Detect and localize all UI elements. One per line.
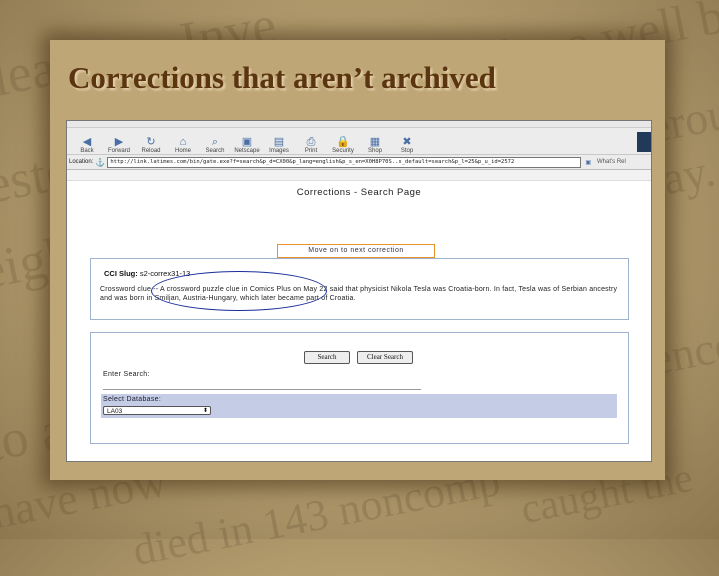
toolbar-netscape-button[interactable]: ▣ Netscape — [231, 136, 263, 154]
toolbar-print-button[interactable]: ⎙ Print — [295, 136, 327, 154]
reload-icon: ↻ — [146, 136, 156, 148]
search-input[interactable] — [103, 381, 421, 390]
toolbar-button-label: Images — [269, 148, 289, 154]
stop-icon: ✖ — [402, 136, 412, 148]
url-field[interactable]: http://link.latimes.com/bin/gate.exe?f=s… — [107, 156, 582, 168]
browser-screenshot: ◀ Back ▶ Forward ↻ Reload ⌂ Home ⌕ Search ▣ Netscap… — [66, 120, 652, 462]
toolbar-reload-button[interactable]: ↻ Reload — [135, 136, 167, 154]
toolbar-button-label: Shop — [367, 148, 382, 154]
clear-search-button[interactable]: Clear Search — [357, 351, 413, 364]
home-icon: ⌂ — [179, 136, 187, 148]
print-icon: ⎙ — [306, 136, 316, 148]
netscape-throbber — [637, 132, 651, 152]
window-titlebar — [67, 121, 651, 128]
bookmark-icon[interactable]: ⚓ — [95, 158, 105, 167]
select-database-label: Select Database: — [103, 396, 162, 403]
location-label: Location: — [69, 159, 94, 165]
personal-toolbar — [67, 170, 651, 181]
search-icon: ⌕ — [211, 136, 219, 148]
next-correction-link[interactable]: Move on to next correction — [277, 244, 435, 258]
browser-toolbar: ◀ Back ▶ Forward ↻ Reload ⌂ Home ⌕ Search ▣ Netscap… — [67, 128, 651, 155]
select-arrows-icon: ⬍ — [202, 408, 208, 414]
toolbar-button-label: Print — [304, 148, 318, 154]
related-icon[interactable]: ▣ — [585, 159, 591, 166]
database-select[interactable]: LA03 ⬍ — [103, 406, 211, 415]
search-panel: Search Clear Search Enter Search: Select… — [90, 332, 629, 444]
location-bar: Location: ⚓ http://link.latimes.com/bin/… — [67, 155, 651, 170]
toolbar-forward-button[interactable]: ▶ Forward — [103, 136, 135, 154]
page-title: Corrections - Search Page — [296, 187, 422, 198]
toolbar-images-button[interactable]: ▤ Images — [263, 136, 295, 154]
toolbar-button-label: Netscape — [234, 148, 260, 154]
toolbar-button-label: Reload — [141, 148, 161, 154]
slug-label: CCI Slug: — [104, 269, 138, 278]
toolbar-button-label: Stop — [400, 148, 414, 154]
security-icon: 🔒 — [336, 136, 350, 148]
search-button[interactable]: Search — [304, 351, 350, 364]
slide: Corrections that aren’t archived ◀ Back ▶ F… — [50, 40, 665, 480]
toolbar-button-label: Home — [174, 148, 191, 154]
shop-icon: ▦ — [369, 136, 381, 148]
toolbar-security-button[interactable]: 🔒 Security — [327, 136, 359, 154]
toolbar-button-label: Search — [205, 148, 225, 154]
toolbar-button-label: Back — [80, 148, 94, 154]
toolbar-search-button[interactable]: ⌕ Search — [199, 136, 231, 154]
images-icon: ▤ — [273, 136, 285, 148]
toolbar-shop-button[interactable]: ▦ Shop — [359, 136, 391, 154]
toolbar-stop-button[interactable]: ✖ Stop — [391, 136, 423, 154]
enter-search-label: Enter Search: — [103, 371, 150, 378]
database-band: Select Database: LA03 ⬍ — [101, 394, 617, 418]
toolbar-home-button[interactable]: ⌂ Home — [167, 136, 199, 154]
slide-title: Corrections that aren’t archived — [68, 60, 496, 95]
toolbar-button-label: Security — [332, 148, 354, 154]
whats-related-label[interactable]: What's Rel — [597, 159, 626, 165]
toolbar-back-button[interactable]: ◀ Back — [71, 136, 103, 154]
toolbar-button-label: Forward — [107, 148, 130, 154]
database-select-value: LA03 — [107, 408, 123, 415]
annotation-oval — [151, 271, 327, 311]
forward-icon: ▶ — [114, 136, 124, 148]
back-icon: ◀ — [82, 136, 92, 148]
netscape-icon: ▣ — [241, 136, 253, 148]
